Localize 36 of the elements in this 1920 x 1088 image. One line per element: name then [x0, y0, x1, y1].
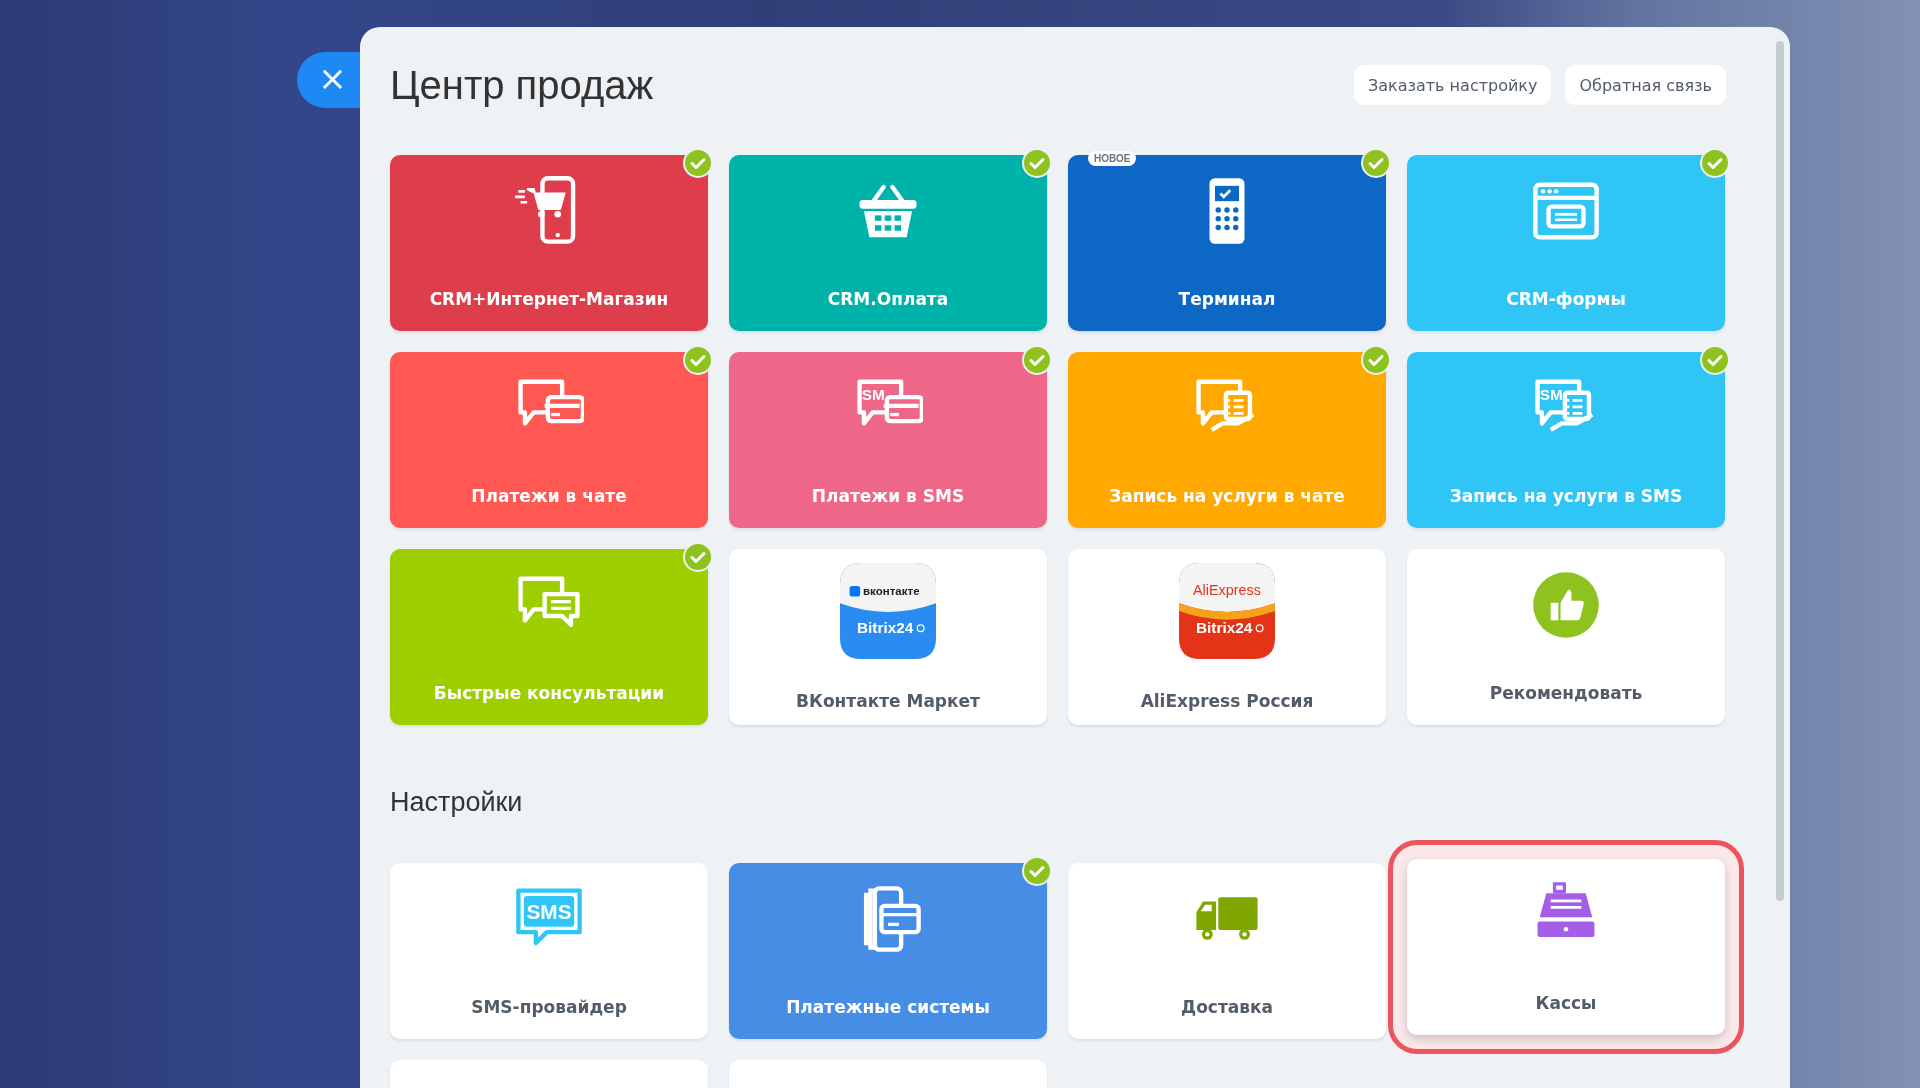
tile-label: Терминал: [1178, 289, 1276, 309]
tile-label: Платежные системы: [786, 997, 990, 1017]
thumbs-up-icon: [1531, 570, 1601, 640]
settings-tile[interactable]: Платежные системы: [729, 863, 1047, 1039]
tile-label: CRM+Интернет-Магазин: [429, 289, 669, 309]
app-tile[interactable]: AliExpress Bitrix24 AliExpress Россия: [1068, 549, 1386, 725]
tile-label: CRM-формы: [1506, 289, 1626, 309]
tile-label: Доставка: [1181, 997, 1273, 1017]
scrollbar[interactable]: [1776, 41, 1784, 901]
tile-label: Кассы: [1535, 993, 1597, 1013]
tile-label: AliExpress Россия: [1140, 691, 1314, 711]
new-badge: НОВОЕ: [1088, 151, 1137, 166]
tile-label: Запись на услуги в SMS: [1449, 486, 1683, 506]
header-button[interactable]: Заказать настройку: [1353, 65, 1552, 105]
tile-label: SMS-провайдер: [471, 997, 627, 1017]
tile-label: Платежи в SMS: [811, 486, 965, 506]
app-tile[interactable]: Рекомендовать: [1407, 549, 1725, 725]
tile-label: CRM.Оплата: [827, 289, 949, 309]
app-logo: вконтакте Bitrix24: [840, 563, 936, 659]
page-title: Центр продаж: [390, 62, 654, 108]
section-title: Настройки: [390, 787, 524, 818]
settings-tile[interactable]: SMS SMS-провайдер: [390, 863, 708, 1039]
tile-label: Быстрые консультации: [433, 683, 665, 703]
app-tile[interactable]: CRM+Интернет-Магазин: [390, 155, 708, 331]
app-logo: AliExpress Bitrix24: [1179, 563, 1275, 659]
header-button[interactable]: Обратная связь: [1565, 65, 1726, 105]
tile-label: Платежи в чате: [471, 486, 627, 506]
app-tile[interactable]: CRM.Оплата: [729, 155, 1047, 331]
close-button[interactable]: ×: [297, 52, 360, 108]
app-tile[interactable]: вконтакте Bitrix24 ВКонтакте Маркет: [729, 549, 1047, 725]
tile-label: Запись на услуги в чате: [1109, 486, 1345, 506]
app-tile[interactable]: Платежи в чате: [390, 352, 708, 528]
settings-tile[interactable]: Доставка: [1068, 863, 1386, 1039]
tile-label: Рекомендовать: [1489, 683, 1643, 703]
tile-label: ВКонтакте Маркет: [796, 691, 980, 711]
app-tile[interactable]: SM Платежи в SMS: [729, 352, 1047, 528]
